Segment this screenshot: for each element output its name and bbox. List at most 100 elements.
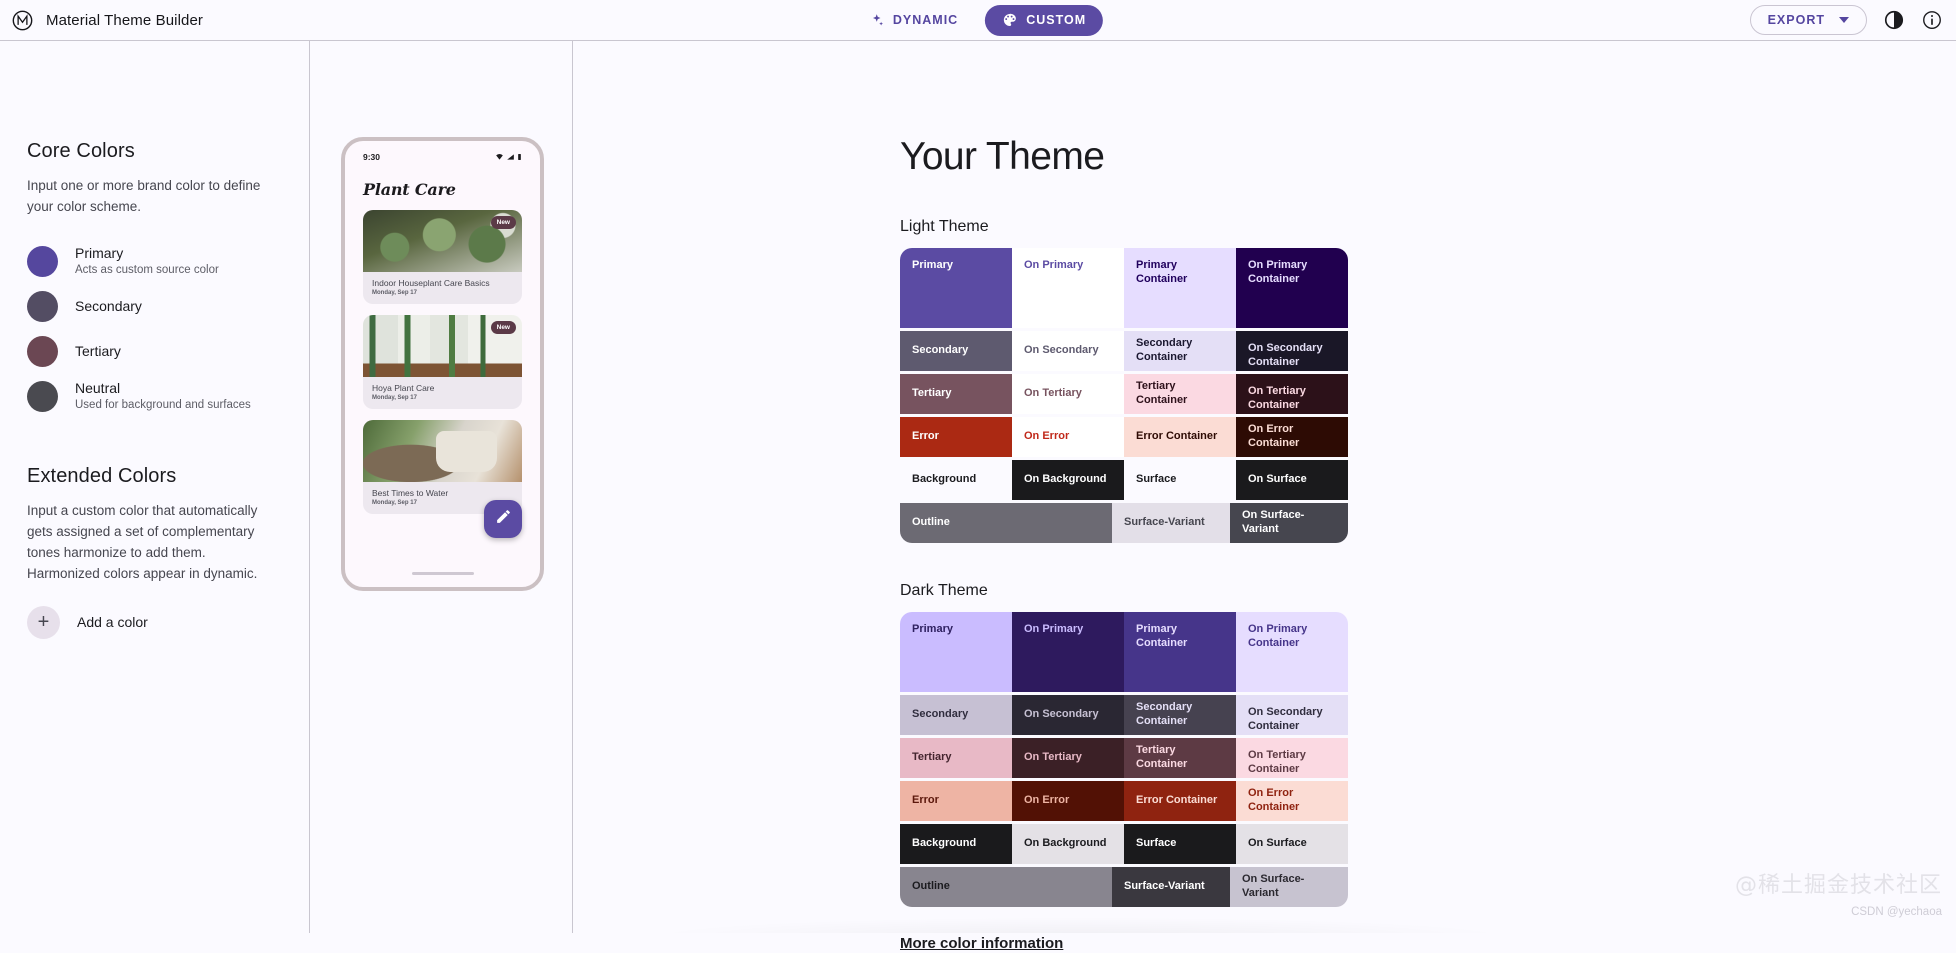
phone-mockup: 9:30 Plant Care New Indoor Houseplant Ca… [341,137,544,591]
brightness-contrast-icon[interactable] [1883,9,1905,31]
light-swatch-cell[interactable]: On Background [1012,460,1124,500]
light-swatch-cell[interactable]: On Secondary [1012,331,1124,371]
swatch-label: Secondary Container [1136,337,1224,365]
light-swatch-cell[interactable]: On Primary Container [1236,248,1348,328]
device-preview-panel: 9:30 Plant Care New Indoor Houseplant Ca… [311,41,573,933]
dark-swatch-cell[interactable]: Secondary Container [1124,695,1236,735]
dark-swatch-cell[interactable]: Error [900,781,1012,821]
table-row: PrimaryOn Primary Primary Container On Pri… [900,612,1348,692]
edit-fab-button[interactable] [484,500,522,538]
core-colors-title: Core Colors [27,140,282,163]
more-color-information-link[interactable]: More color information [900,935,1063,952]
dark-swatch-cell[interactable]: Surface [1124,824,1236,864]
dark-swatch-cell[interactable]: Background [900,824,1012,864]
light-swatch-cell[interactable]: On Error [1012,417,1124,457]
light-swatch-cell[interactable]: Tertiary Container [1124,374,1236,414]
status-bar: 9:30 [350,146,535,168]
light-swatch-cell[interactable]: Surface [1124,460,1236,500]
light-swatch-cell[interactable]: Outline [900,503,1112,543]
light-swatch-cell[interactable]: Secondary [900,331,1012,371]
table-row: Tertiary On TertiaryTertiary ContainerOn … [900,374,1348,414]
swatch-label: Primary Container [1136,623,1224,651]
dynamic-tab[interactable]: DYNAMIC [853,5,975,36]
light-swatch-cell[interactable]: On Secondary Container [1236,331,1348,371]
light-swatch-cell[interactable]: Secondary Container [1124,331,1236,371]
dark-swatch-cell[interactable]: On Secondary [1012,695,1124,735]
dark-swatch-cell[interactable]: On Tertiary Container [1236,738,1348,778]
dark-swatch-cell[interactable]: On Secondary Container [1236,695,1348,735]
dark-swatch-cell[interactable]: On Error [1012,781,1124,821]
info-circle-icon[interactable] [1921,9,1943,31]
dark-swatch-cell[interactable]: Primary [900,612,1012,692]
dark-swatch-cell[interactable]: On Primary Container [1236,612,1348,692]
light-swatch-cell[interactable]: Error Container [1124,417,1236,457]
dark-swatch-cell[interactable]: On Tertiary [1012,738,1124,778]
battery-icon [517,153,522,161]
core-colors-list: Primary Acts as custom source color Seco… [27,239,282,419]
bottom-shadow [640,917,1520,933]
light-swatch-cell[interactable]: Surface-Variant [1112,503,1230,543]
table-row: Secondary On Secondary Secondary Container… [900,331,1348,371]
light-swatch-cell[interactable]: On Tertiary Container [1236,374,1348,414]
dark-swatch-cell[interactable]: Primary Container [1124,612,1236,692]
color-swatch[interactable] [27,336,58,367]
dark-swatch-cell[interactable]: On Error Container [1236,781,1348,821]
material-logo-icon [12,10,33,31]
color-swatch[interactable] [27,246,58,277]
light-swatch-cell[interactable]: On Surface-Variant [1230,503,1348,543]
swatch-label: On Secondary [1024,708,1099,722]
dark-swatch-cell[interactable]: Tertiary Container [1124,738,1236,778]
dark-swatch-cell[interactable]: Outline [900,867,1112,907]
core-color-neutral[interactable]: Neutral Used for background and surfaces [27,374,282,419]
swatch-label: On Primary Container [1248,623,1336,651]
phone-app-title: Plant Care [350,168,535,199]
light-swatch-cell[interactable]: On Surface [1236,460,1348,500]
light-swatch-cell[interactable]: Error [900,417,1012,457]
dark-swatch-cell[interactable]: Tertiary [900,738,1012,778]
dark-swatch-cell[interactable]: On Primary [1012,612,1124,692]
status-time: 9:30 [363,152,380,162]
swatch-label: Error Container [1136,794,1217,808]
app-title: Material Theme Builder [46,12,203,29]
export-button[interactable]: EXPORT [1750,5,1867,35]
dark-swatch-cell[interactable]: Secondary [900,695,1012,735]
light-swatch-cell[interactable]: On Error Container [1236,417,1348,457]
custom-tab[interactable]: CUSTOM [985,5,1103,36]
table-row: Background On Background SurfaceOn Surface [900,824,1348,864]
light-swatch-cell[interactable]: Background [900,460,1012,500]
theme-panel: Your Theme Light Theme PrimaryOn Primary… [574,41,1956,933]
color-swatch[interactable] [27,291,58,322]
dark-swatch-cell[interactable]: On Surface [1236,824,1348,864]
swatch-label: On Tertiary [1024,751,1082,765]
light-swatch-cell[interactable]: Primary [900,248,1012,328]
list-item[interactable]: New Indoor Houseplant Care Basics Monday… [363,210,522,304]
add-color-button[interactable]: + Add a color [27,606,282,639]
swatch-label: Surface-Variant [1124,880,1205,894]
app-bar: Material Theme Builder DYNAMIC CUSTOM EX… [0,0,1956,41]
pencil-icon [495,508,512,530]
swatch-label: On Primary [1024,259,1083,273]
card-date: Monday, Sep 17 [372,395,513,401]
swatch-label: Background [912,473,976,487]
dark-swatch-cell[interactable]: On Surface-Variant [1230,867,1348,907]
light-swatch-cell[interactable]: Primary Container [1124,248,1236,328]
core-color-primary[interactable]: Primary Acts as custom source color [27,239,282,284]
status-badge: New [491,216,516,229]
core-color-tertiary[interactable]: Tertiary [27,329,282,374]
swatch-label: Secondary [912,344,968,358]
light-swatch-cell[interactable]: On Tertiary [1012,374,1124,414]
dark-swatch-cell[interactable]: Surface-Variant [1112,867,1230,907]
add-color-label: Add a color [77,614,148,630]
table-row: ErrorOn ErrorError ContainerOn Error Con… [900,417,1348,457]
core-color-sub: Acts as custom source color [75,263,219,279]
light-swatch-cell[interactable]: On Primary [1012,248,1124,328]
dark-swatch-cell[interactable]: Error Container [1124,781,1236,821]
swatch-label: Tertiary [912,387,952,401]
color-swatch[interactable] [27,381,58,412]
dark-swatch-cell[interactable]: On Background [1012,824,1124,864]
list-item[interactable]: New Hoya Plant Care Monday, Sep 17 [363,315,522,409]
light-theme-heading: Light Theme [900,218,1956,236]
swatch-label: On Background [1024,837,1107,851]
core-color-secondary[interactable]: Secondary [27,284,282,329]
light-swatch-cell[interactable]: Tertiary [900,374,1012,414]
